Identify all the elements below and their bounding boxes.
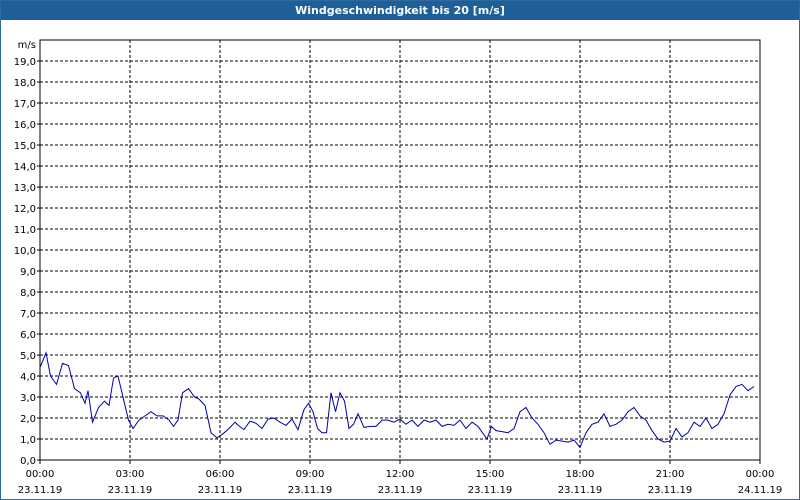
y-axis: m/s 0,0 1,0 2,0 3,0 4,0 5,0 6,0 7,0 8,0 9,0 10,0 11…	[14, 40, 40, 467]
y-tick-label: 5,0	[20, 351, 36, 362]
x-tick-time-label: 06:00	[206, 469, 235, 480]
y-tick-label: 16,0	[14, 120, 36, 131]
y-tick-label: 3,0	[20, 393, 36, 404]
y-tick-label: 11,0	[14, 225, 36, 236]
grid-lines	[40, 40, 760, 460]
x-axis: 00:00 23.11.19 03:00 23.11.19 06:00 23.11.19 0…	[18, 460, 783, 496]
x-tick-date-label: 23.11.19	[198, 485, 243, 496]
x-tick-time-label: 12:00	[386, 469, 415, 480]
x-tick-date-label: 23.11.19	[18, 485, 63, 496]
y-tick-label: 8,0	[20, 288, 36, 299]
y-tick-label: 13,0	[14, 183, 36, 194]
y-tick-label: 10,0	[14, 246, 36, 257]
y-tick-label: 9,0	[20, 267, 36, 278]
y-tick-label: 18,0	[14, 78, 36, 89]
y-tick-label: 6,0	[20, 330, 36, 341]
y-tick-label: 19,0	[14, 57, 36, 68]
x-tick-time-label: 03:00	[116, 469, 145, 480]
y-tick-label: 1,0	[20, 435, 36, 446]
y-tick-label: 14,0	[14, 162, 36, 173]
x-tick-time-label: 15:00	[476, 469, 505, 480]
y-tick-label: 12,0	[14, 204, 36, 215]
x-tick-date-label: 23.11.19	[288, 485, 333, 496]
x-tick-date-label: 23.11.19	[648, 485, 693, 496]
x-tick-time-label: 09:00	[296, 469, 325, 480]
x-tick-date-label: 24.11.19	[738, 485, 783, 496]
wind-speed-chart: m/s 0,0 1,0 2,0 3,0 4,0 5,0 6,0 7,0 8,0 9,0 10,0 11…	[14, 39, 783, 496]
y-tick-label: 15,0	[14, 141, 36, 152]
x-tick-time-label: 18:00	[566, 469, 595, 480]
y-tick-label: 2,0	[20, 414, 36, 425]
x-tick-time-label: 00:00	[26, 469, 55, 480]
x-tick-date-label: 23.11.19	[108, 485, 153, 496]
y-tick-label: 4,0	[20, 372, 36, 383]
y-axis-unit-label: m/s	[18, 40, 36, 51]
x-tick-date-label: 23.11.19	[558, 485, 603, 496]
x-tick-time-label: 00:00	[746, 469, 775, 480]
y-tick-label: 7,0	[20, 309, 36, 320]
y-tick-label: 17,0	[14, 99, 36, 110]
y-tick-label: 0,0	[20, 456, 36, 467]
x-tick-date-label: 23.11.19	[468, 485, 513, 496]
x-tick-time-label: 21:00	[656, 469, 685, 480]
x-tick-date-label: 23.11.19	[378, 485, 423, 496]
